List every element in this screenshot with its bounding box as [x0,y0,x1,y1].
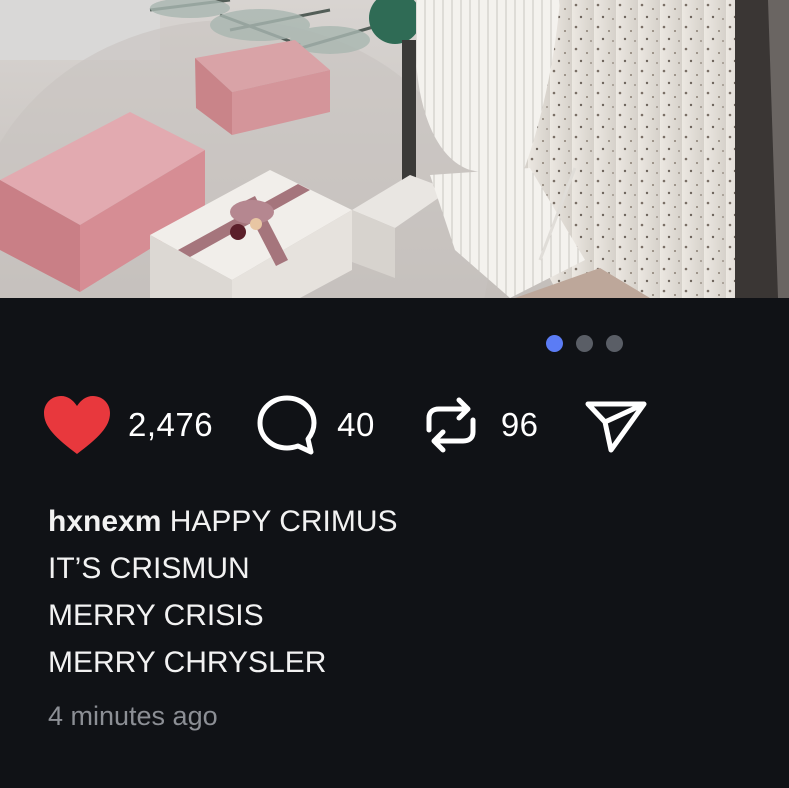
carousel-indicator [546,335,623,352]
repost-count: 96 [500,406,539,443]
comment-count: 40 [337,406,375,443]
post-timestamp: 4 minutes ago [48,701,218,731]
caption-text-line-4: MERRY CHRYSLER [48,646,327,679]
share-button[interactable] [583,395,649,455]
carousel-dot-3[interactable] [606,335,623,352]
comment-button[interactable]: 40 [255,393,375,457]
caption-text-line-1: HAPPY CRIMUS [169,505,398,538]
paper-plane-icon [583,395,649,455]
caption-line-1: hxnexm HAPPY CRIMUS [48,498,398,545]
post-image-illustration [0,0,789,298]
username-link[interactable]: hxnexm [48,505,161,538]
repost-icon [421,392,481,458]
like-button[interactable]: 2,476 [42,394,213,456]
carousel-dot-2[interactable] [576,335,593,352]
caption-text-line-2: IT’S CRISMUN [48,552,250,585]
post-image[interactable] [0,0,789,298]
carousel-dot-1[interactable] [546,335,563,352]
heart-icon [42,394,112,456]
repost-button[interactable]: 96 [421,392,539,458]
caption-text-line-3: MERRY CRISIS [48,599,264,632]
post-caption: hxnexm HAPPY CRIMUS IT’S CRISMUN MERRY C… [48,498,398,686]
like-count: 2,476 [128,406,214,443]
speech-bubble-icon [255,393,319,457]
post-actions-bar: 2,476 40 96 [42,392,649,458]
